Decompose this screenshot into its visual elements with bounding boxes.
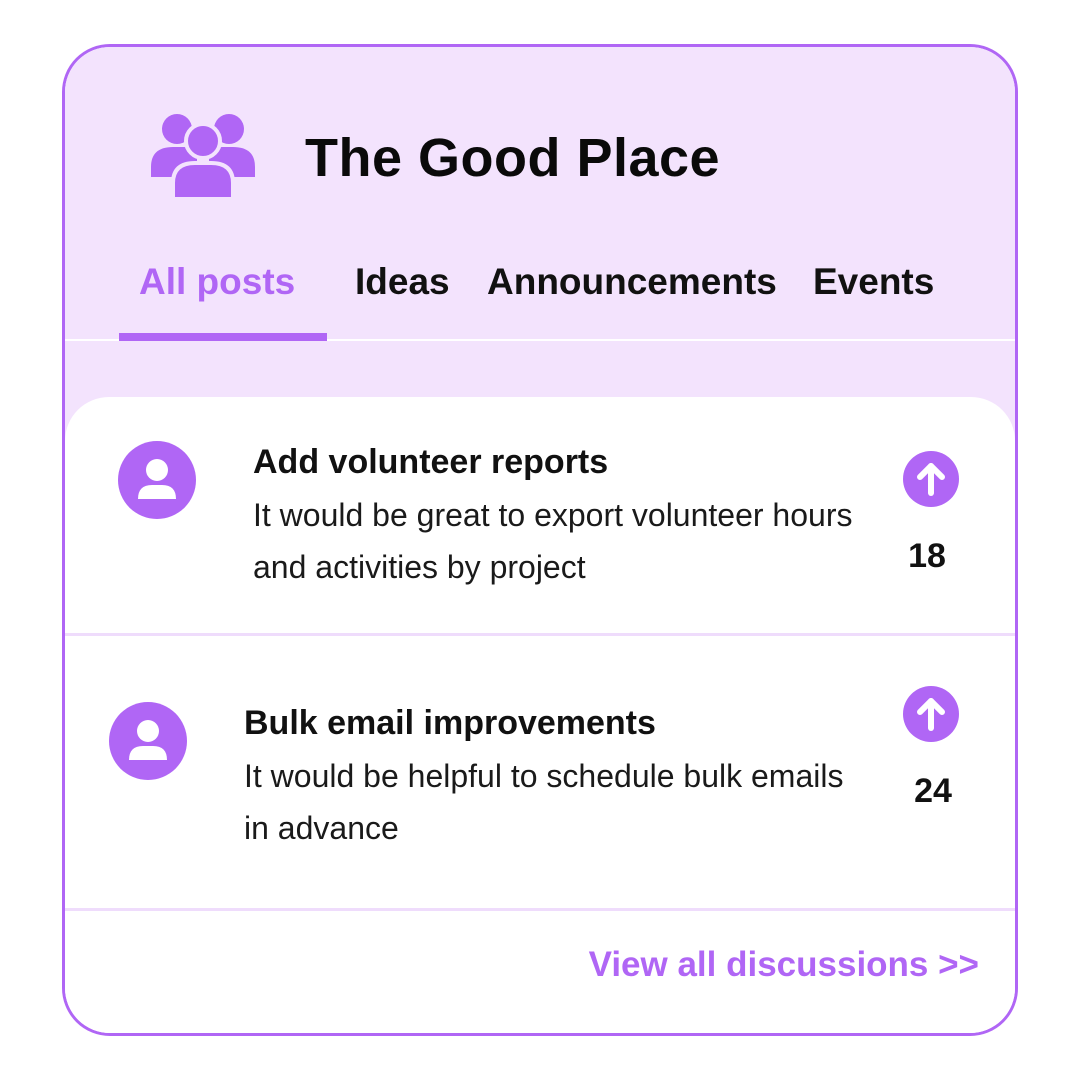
tab-ideas[interactable]: Ideas bbox=[355, 261, 450, 303]
post-title[interactable]: Add volunteer reports bbox=[253, 443, 608, 482]
list-item[interactable]: Bulk email improvements It would be help… bbox=[65, 636, 1015, 908]
page-title: The Good Place bbox=[305, 128, 721, 188]
card-header: The Good Place All posts Ideas Announcem… bbox=[65, 47, 1015, 457]
active-tab-indicator bbox=[119, 333, 327, 341]
user-avatar-icon bbox=[109, 702, 187, 780]
arrow-up-icon bbox=[917, 463, 945, 496]
post-body: It would be helpful to schedule bulk ema… bbox=[244, 758, 844, 846]
vote-count: 24 bbox=[914, 772, 952, 810]
discussion-card: The Good Place All posts Ideas Announcem… bbox=[62, 44, 1018, 1036]
tab-events[interactable]: Events bbox=[813, 261, 934, 303]
post-divider bbox=[65, 908, 1015, 911]
view-all-discussions-link[interactable]: View all discussions >> bbox=[589, 945, 979, 985]
user-avatar-icon bbox=[118, 441, 196, 519]
tab-announcements[interactable]: Announcements bbox=[487, 261, 777, 303]
users-group-icon bbox=[151, 114, 255, 199]
upvote-button[interactable] bbox=[903, 451, 959, 507]
list-item[interactable]: Add volunteer reports It would be great … bbox=[65, 397, 1015, 633]
upvote-button[interactable] bbox=[903, 686, 959, 742]
arrow-up-icon bbox=[917, 698, 945, 731]
post-title[interactable]: Bulk email improvements bbox=[244, 704, 656, 743]
posts-list: Add volunteer reports It would be great … bbox=[65, 397, 1015, 1033]
post-body: It would be great to export volunteer ho… bbox=[253, 497, 853, 585]
tab-all-posts[interactable]: All posts bbox=[139, 261, 295, 303]
vote-count: 18 bbox=[908, 537, 946, 575]
